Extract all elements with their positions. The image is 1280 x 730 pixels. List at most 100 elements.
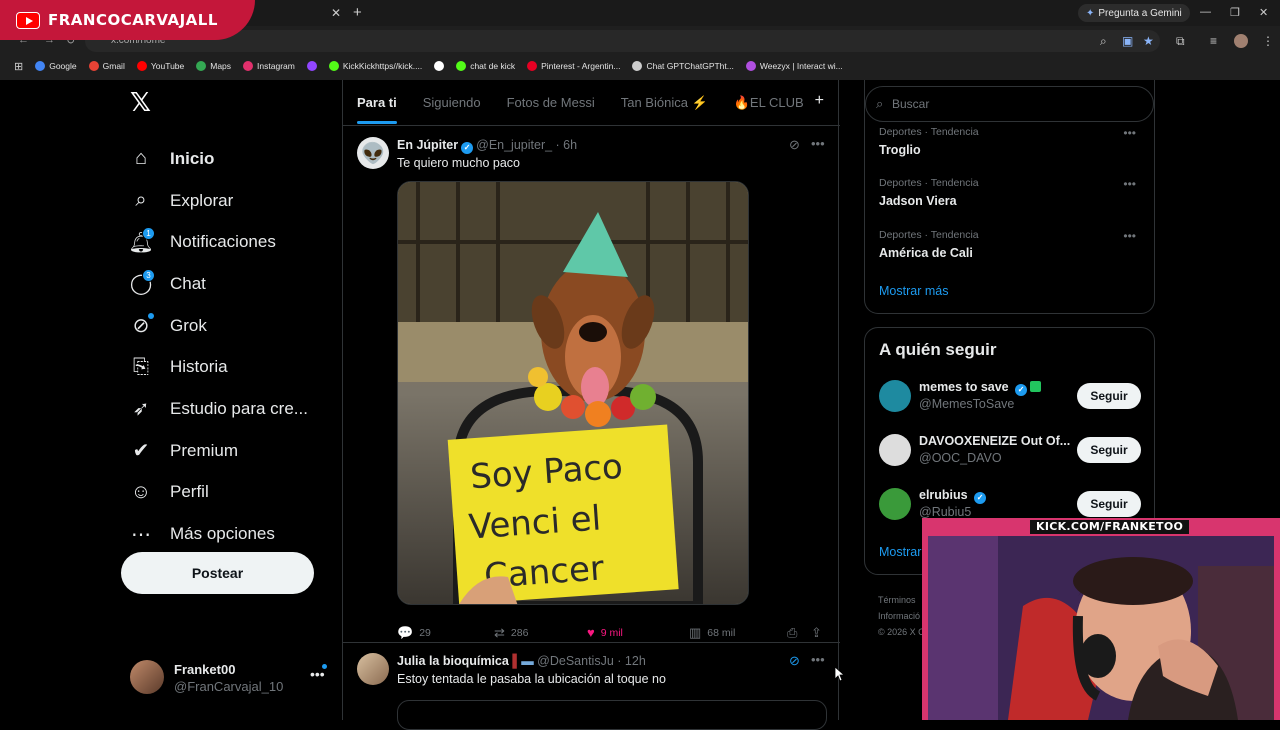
tweet-author[interactable]: Julia la bioquímica ▌▬ @DeSantisJu · 12h <box>397 654 646 668</box>
trend-item[interactable]: Deportes · Tendencia América de Cali ••• <box>879 229 1144 260</box>
bookmark-item[interactable]: Pinterest - Argentin... <box>527 61 620 71</box>
bookmark-item[interactable]: Google <box>35 61 77 71</box>
avatar[interactable] <box>879 488 911 520</box>
bookmark-icon: ⎘ <box>133 355 149 378</box>
nav-item-bell[interactable]: 🔔︎ 1 Notificaciones <box>128 221 330 263</box>
grok-icon[interactable]: ⊘ <box>789 653 800 669</box>
share-button[interactable]: ⇪ <box>811 625 822 641</box>
trend-item[interactable]: Deportes · Tendencia Jadson Viera ••• <box>879 177 1144 208</box>
bookmark-item[interactable]: Chat GPTChatGPTht... <box>632 61 734 71</box>
bookmark-item[interactable]: Gmail <box>88 61 125 71</box>
extensions-icon[interactable]: ⧉ <box>1176 34 1185 49</box>
bookmark-icon: ⎙ <box>787 625 798 640</box>
more-icon[interactable]: ••• <box>811 652 825 667</box>
search-input[interactable]: ⌕ Buscar <box>865 86 1154 122</box>
show-more-link[interactable]: Mostrar <box>879 545 921 559</box>
tab-timeline[interactable]: Para ti <box>357 95 397 124</box>
terms-link[interactable]: Términos <box>878 592 925 608</box>
streamer-image <box>928 536 1274 720</box>
follow-button[interactable]: Seguir <box>1077 437 1141 463</box>
tweet-author[interactable]: En Júpiter ✓ @En_jupiter_ · 6h <box>397 138 577 154</box>
nav-item-grok[interactable]: ⊘ Grok <box>130 305 330 347</box>
nav-item-home[interactable]: ⌂ Inicio <box>130 138 330 180</box>
add-tab-icon[interactable]: + <box>815 92 824 110</box>
tweet-image[interactable]: Soy Paco Venci el Cancer <box>397 181 749 605</box>
star-icon[interactable]: ★ <box>1143 34 1154 48</box>
verified-icon: ✓ <box>461 142 474 154</box>
argentina-flag-icon: ▬ <box>521 654 534 668</box>
more-icon[interactable]: ••• <box>1123 177 1136 191</box>
tweet[interactable]: Julia la bioquímica ▌▬ @DeSantisJu · 12h… <box>343 652 840 730</box>
tab-timeline[interactable]: Siguiendo <box>423 95 481 110</box>
minimize-button[interactable]: — <box>1200 6 1211 18</box>
notification-badge: 3 <box>142 268 155 282</box>
bookmark-item[interactable]: chat de kick <box>456 61 515 71</box>
info-link[interactable]: Informació <box>878 608 925 624</box>
show-more-link[interactable]: Mostrar más <box>879 284 948 298</box>
bookmark-item[interactable] <box>434 61 445 71</box>
gemini-button[interactable]: ✦ Pregunta a Gemini <box>1078 4 1190 22</box>
avatar <box>130 660 164 694</box>
nav-item-verified[interactable]: ✔ Premium <box>130 430 330 472</box>
avatar[interactable] <box>357 653 389 685</box>
nav-item-search[interactable]: ⌕ Explorar <box>130 180 330 222</box>
like-button[interactable]: ♥ 9 mil <box>587 625 623 640</box>
bookmark-item[interactable]: Weezyx | Interact wi... <box>745 61 843 71</box>
account-switcher[interactable]: Franket00 @FranCarvajal_10 ••• <box>130 660 330 696</box>
follow-suggestion[interactable]: elrubius ✓ @Rubiu5 Seguir <box>879 488 1144 522</box>
tab-timeline[interactable]: Tan Biónica ⚡ <box>621 95 708 111</box>
repost-button[interactable]: ⇄ 286 <box>494 625 528 641</box>
tab-timeline[interactable]: Fotos de Messi <box>507 95 595 110</box>
new-tab-button[interactable]: + <box>353 4 362 21</box>
views-button[interactable]: ▥ 68 mil <box>689 625 735 641</box>
nav-item-label: Perfil <box>170 482 209 502</box>
follow-button[interactable]: Seguir <box>1077 491 1141 517</box>
browser-chrome: FRANCOCARVAJALL ✕ + ✦ Pregunta a Gemini —… <box>0 0 1280 80</box>
maximize-button[interactable]: ❐ <box>1230 6 1240 19</box>
follow-suggestion[interactable]: DAVOOXENEIZE Out Of... @OOC_DAVO Seguir <box>879 434 1144 468</box>
grok-icon[interactable]: ⊘ <box>789 137 800 153</box>
bookmark-item[interactable]: Maps <box>196 61 231 71</box>
avatar[interactable] <box>879 380 911 412</box>
profile-handle: @FranCarvajal_10 <box>174 679 284 694</box>
notification-dot <box>322 664 327 669</box>
post-button[interactable]: Postear <box>121 552 314 594</box>
extension-icon[interactable]: ▣ <box>1122 34 1133 48</box>
close-tab-icon[interactable]: ✕ <box>331 6 341 20</box>
close-window-button[interactable]: ✕ <box>1259 6 1268 19</box>
more-icon[interactable]: ••• <box>1123 126 1136 140</box>
menu-icon[interactable]: ⋮ <box>1262 34 1274 48</box>
bookmark-item[interactable] <box>306 61 317 71</box>
bookmark-button[interactable]: ⎙ <box>787 625 797 641</box>
bookmark-item[interactable]: YouTube <box>136 61 184 71</box>
nav-item-bookmark[interactable]: ⎘ Historia <box>130 346 330 388</box>
more-icon[interactable]: ••• <box>811 136 825 151</box>
bookmark-item[interactable]: Instagram <box>243 61 295 71</box>
bookmark-item[interactable]: KickKickhttps//kick.... <box>328 61 422 71</box>
avatar[interactable] <box>879 434 911 466</box>
follow-button[interactable]: Seguir <box>1077 383 1141 409</box>
quoted-tweet[interactable] <box>397 700 827 730</box>
nav-item-chat[interactable]: ◯ 3 Chat <box>130 263 330 305</box>
reply-button[interactable]: 💬 29 <box>397 625 431 641</box>
nav-item-more-circle[interactable]: ⋯ Más opciones <box>130 513 330 555</box>
address-bar[interactable]: x.com/home <box>85 30 1160 52</box>
notification-badge: 1 <box>142 227 155 241</box>
primary-nav: ⌂ Inicio ⌕ Explorar 🔔︎ 1 Notificaciones ◯ 3 Chat ⊘… <box>128 138 330 555</box>
bookmark-favicon-icon <box>306 61 317 71</box>
nav-item-rocket[interactable]: ➶ Estudio para cre... <box>130 388 330 430</box>
nav-item-person[interactable]: ☺ Perfil <box>130 472 330 514</box>
apps-icon[interactable]: ⊞ <box>14 60 23 73</box>
bookmarks-bar: ⊞ Google Gmail YouTube Maps Instagram KickKic… <box>0 56 1280 76</box>
more-icon[interactable]: ••• <box>1123 229 1136 243</box>
tweet[interactable]: 👽 En Júpiter ✓ @En_jupiter_ · 6h ⊘ ••• Te … <box>343 136 840 642</box>
zoom-icon[interactable]: ⌕ <box>1100 34 1107 49</box>
alien-avatar[interactable]: 👽 <box>357 137 389 169</box>
gemini-icon: ✦ <box>1086 7 1095 19</box>
x-logo-icon[interactable]: 𝕏 <box>130 90 156 116</box>
follow-suggestion[interactable]: memes to save ✓ @MemesToSave Seguir <box>879 380 1144 414</box>
tab-timeline[interactable]: 🔥EL CLUB <box>734 95 804 111</box>
trend-item[interactable]: Deportes · Tendencia Troglio ••• <box>879 126 1144 157</box>
reading-list-icon[interactable]: ≡ <box>1210 34 1217 48</box>
browser-avatar[interactable] <box>1234 34 1248 48</box>
